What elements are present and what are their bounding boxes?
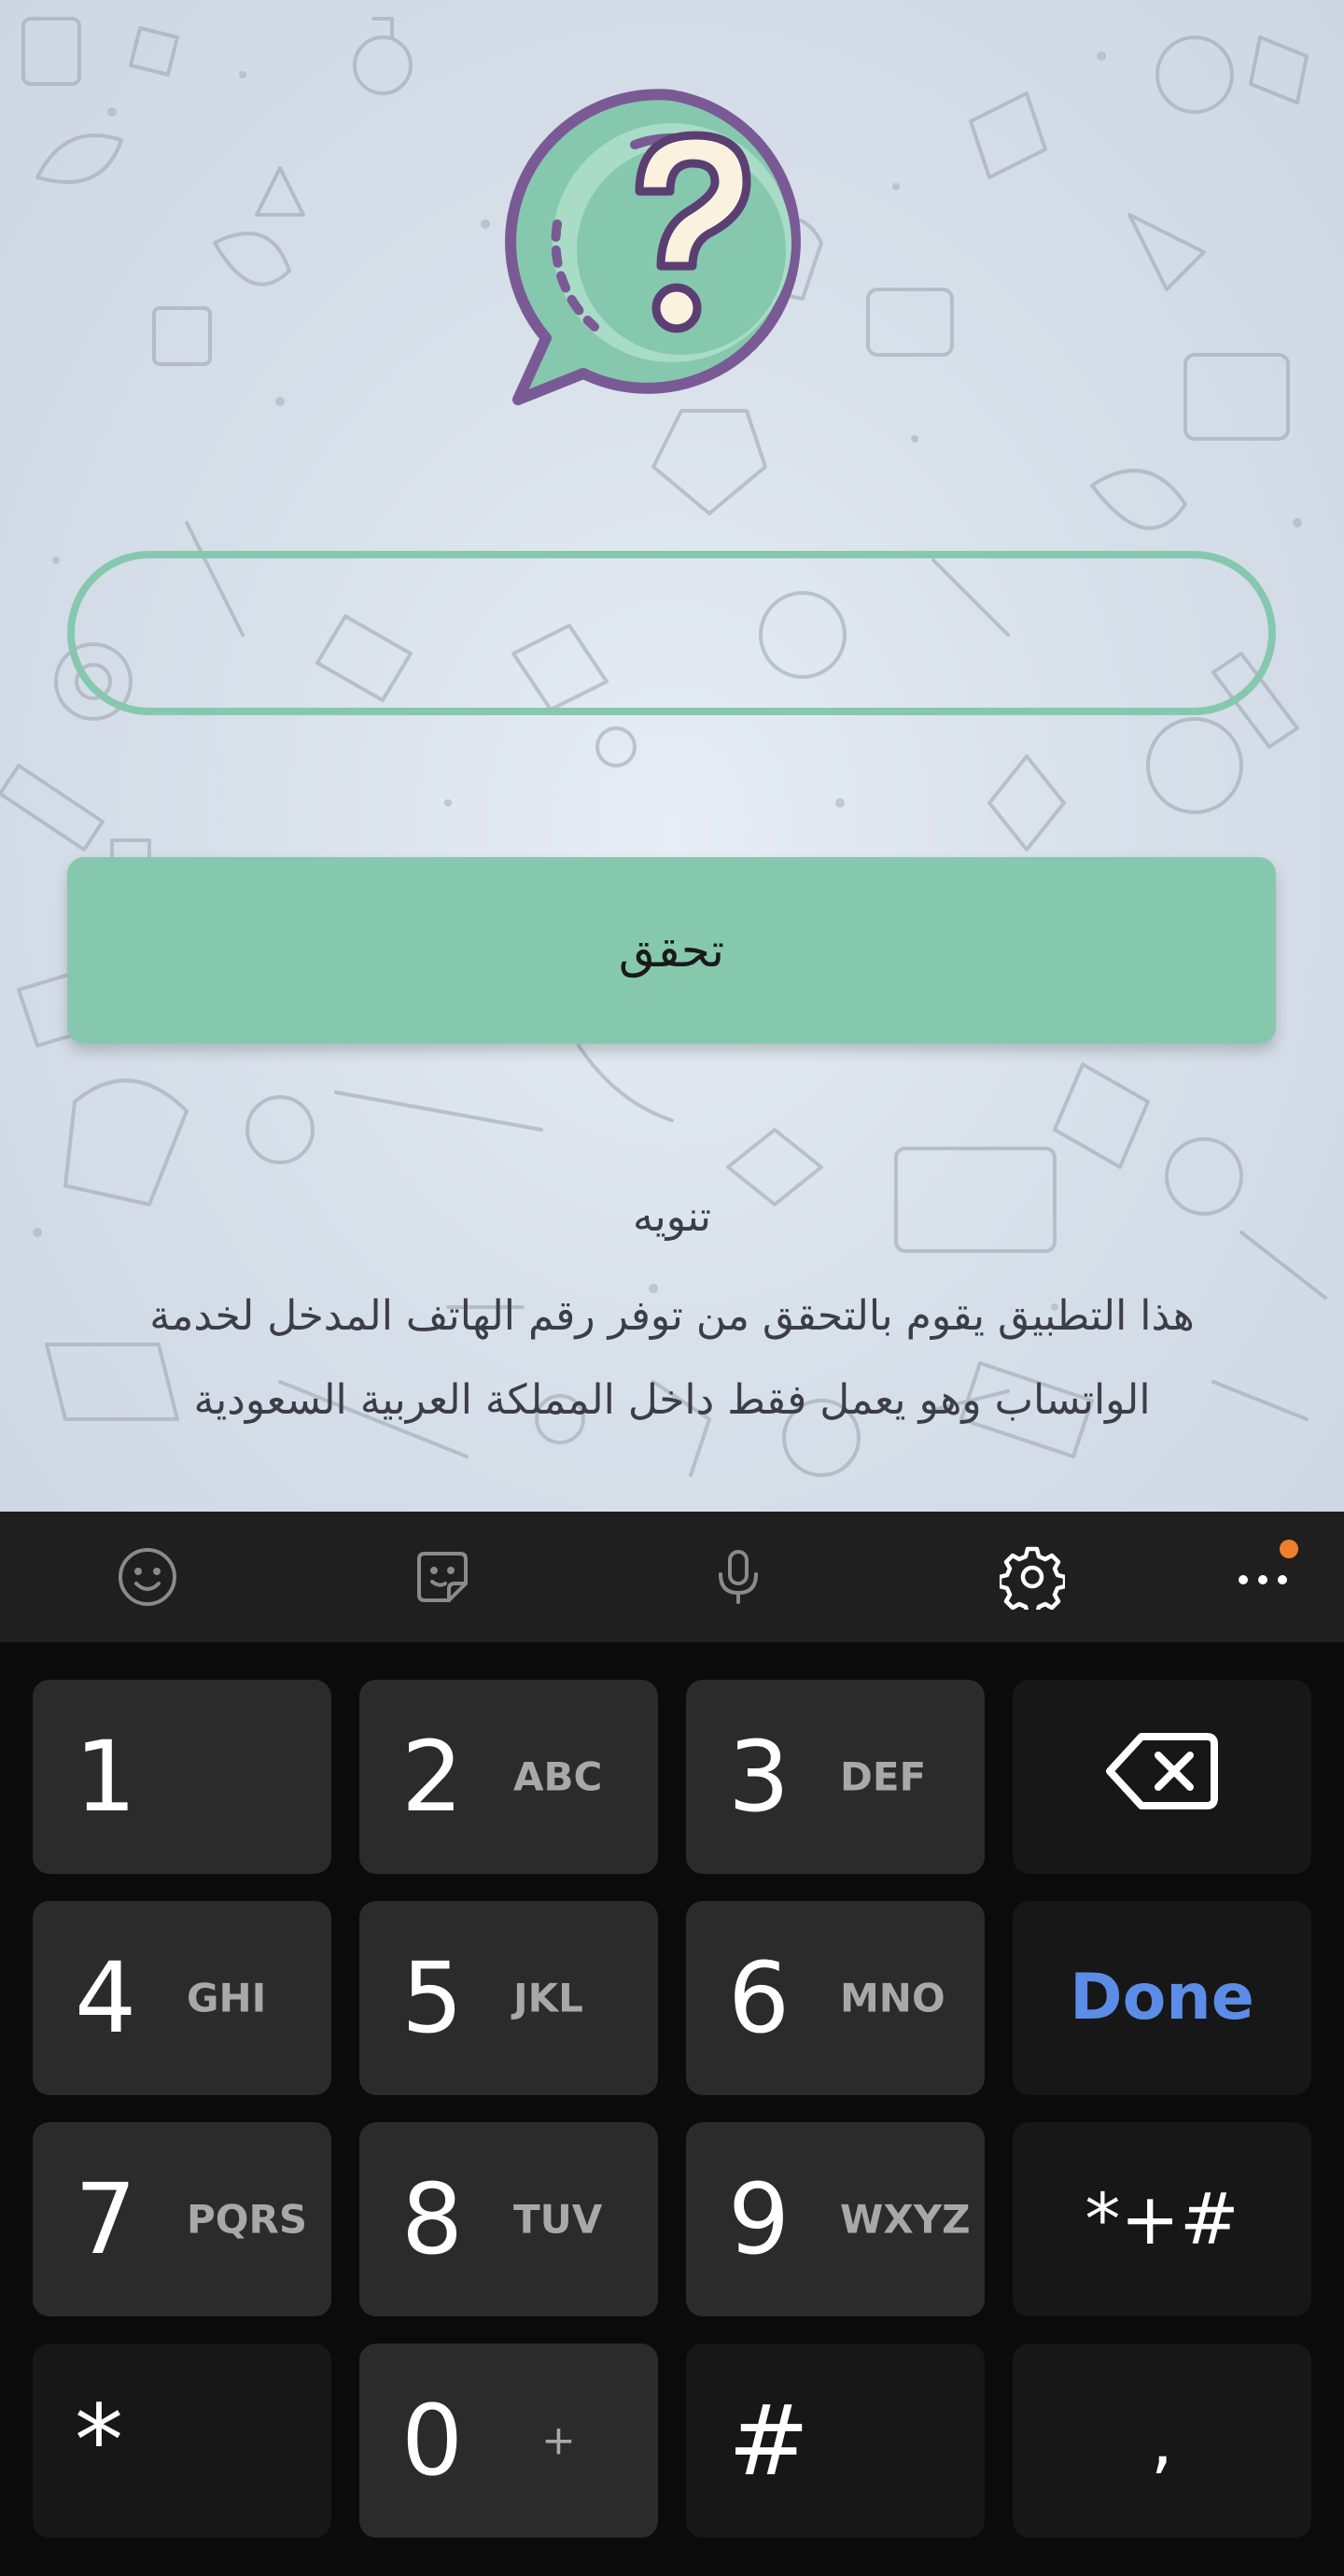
numeric-keyboard: 1 2 ABC 3 DEF 4 GHI 5 JKL 6 MNO Done 7 P… [0,1512,1344,2576]
key-8-digit: 8 [401,2162,464,2276]
key-3[interactable]: 3 DEF [686,1680,985,1874]
key-2-letters: ABC [513,1753,603,1800]
key-6-digit: 6 [728,1941,791,2055]
key-1-digit: 1 [75,1720,137,1834]
microphone-icon[interactable] [701,1540,776,1614]
notice-text: هذا التطبيق يقوم بالتحقق من توفر رقم اله… [65,1274,1279,1443]
key-2-digit: 2 [401,1720,464,1834]
settings-icon[interactable] [995,1540,1070,1614]
comma-key[interactable]: , [1013,2344,1311,2538]
key-4-digit: 4 [75,1941,137,2055]
key-3-digit: 3 [728,1720,791,1834]
notice-line-2: الواتساب وهو يعمل فقط داخل المملكة العرب… [193,1376,1151,1424]
key-4-letters: GHI [187,1975,267,2021]
key-7[interactable]: 7 PQRS [33,2122,331,2316]
sticker-icon[interactable] [405,1540,480,1614]
key-6[interactable]: 6 MNO [686,1901,985,2095]
key-3-letters: DEF [840,1753,927,1800]
key-5-digit: 5 [401,1941,464,2055]
notification-badge [1280,1540,1298,1558]
key-0-digit: 0 [401,2384,464,2498]
key-0[interactable]: 0 + [359,2344,658,2538]
key-8[interactable]: 8 TUV [359,2122,658,2316]
star-key[interactable]: * [33,2344,331,2538]
done-key-label: Done [1070,1961,1254,2034]
done-key[interactable]: Done [1013,1901,1311,2095]
backspace-icon [1013,1729,1311,1824]
key-7-digit: 7 [75,2162,137,2276]
symbols-key-label: *+# [1085,2177,1239,2260]
key-8-letters: TUV [513,2196,603,2243]
key-4[interactable]: 4 GHI [33,1901,331,2095]
key-5-letters: JKL [513,1975,583,2021]
notice-line-1: هذا التطبيق يقوم بالتحقق من توفر رقم اله… [149,1292,1195,1340]
key-9[interactable]: 9 WXYZ [686,2122,985,2316]
app-screen: تحقق تنويه هذا التطبيق يقوم بالتحقق من ت… [0,0,1344,1512]
keyboard-toolbar [0,1512,1344,1642]
key-6-letters: MNO [840,1975,945,2021]
app-logo-question-bubble [505,89,801,405]
notice-title: تنويه [632,1193,712,1241]
backspace-key[interactable] [1013,1680,1311,1874]
symbols-key[interactable]: *+# [1013,2122,1311,2316]
key-2[interactable]: 2 ABC [359,1680,658,1874]
key-9-letters: WXYZ [840,2196,971,2243]
key-9-digit: 9 [728,2162,791,2276]
key-0-plus: + [541,2416,576,2465]
verify-button-label: تحقق [618,923,725,978]
comma-key-label: , [1150,2399,1174,2482]
hash-key-label: # [728,2384,810,2498]
phone-number-input[interactable] [67,551,1276,715]
hash-key[interactable]: # [686,2344,985,2538]
key-7-letters: PQRS [187,2196,308,2243]
star-key-label: * [75,2384,123,2498]
key-5[interactable]: 5 JKL [359,1901,658,2095]
key-1[interactable]: 1 [33,1680,331,1874]
verify-button[interactable]: تحقق [67,857,1276,1044]
emoji-icon[interactable] [110,1540,185,1614]
